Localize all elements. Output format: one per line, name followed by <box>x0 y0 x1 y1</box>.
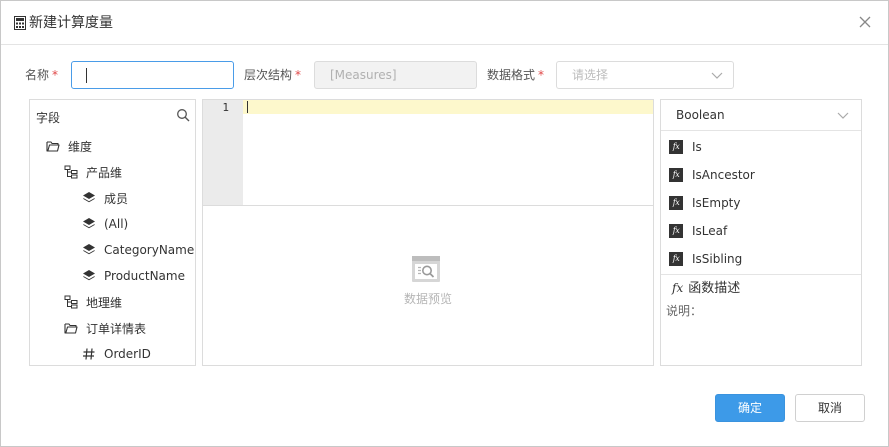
tree-item-order-id[interactable]: OrderID <box>82 343 151 365</box>
hierarchy-icon <box>64 295 78 309</box>
editor-caret <box>247 101 248 113</box>
data-preview-panel: 数据预览 <box>202 205 654 366</box>
function-category-select[interactable]: Boolean <box>661 100 861 131</box>
field-panel-title: 字段 <box>36 111 61 125</box>
function-item-isempty[interactable]: fx IsEmpty <box>669 193 741 213</box>
new-calculated-measure-dialog: 新建计算度量 名称 * 层次结构 * [Measures] 数据格式 * 请选择 字段… <box>0 0 889 447</box>
tree-item-dimensions[interactable]: 维度 <box>46 135 92 157</box>
function-icon: fx <box>672 281 684 295</box>
hierarchy-field: [Measures] <box>314 61 477 89</box>
required-mark: * <box>52 68 59 82</box>
function-icon: fx <box>669 196 683 210</box>
layers-icon <box>83 244 95 255</box>
function-description-note: 说明： <box>666 304 703 318</box>
function-icon: fx <box>669 224 683 238</box>
active-line-highlight <box>243 100 653 114</box>
hash-icon <box>83 348 95 360</box>
folder-open-icon <box>64 323 78 334</box>
search-icon[interactable] <box>176 108 190 122</box>
folder-open-icon <box>46 141 60 152</box>
chevron-down-icon <box>837 112 849 119</box>
chevron-down-icon <box>711 72 723 79</box>
data-format-placeholder: 请选择 <box>572 68 609 82</box>
layers-icon <box>83 192 95 203</box>
tree-item-order-details-table[interactable]: 订单详情表 <box>64 317 146 339</box>
layers-icon <box>83 270 95 281</box>
function-panel: Boolean fx Is fx IsAncestor fx IsEmpty f… <box>660 99 862 366</box>
calculator-icon <box>14 16 26 30</box>
layers-icon <box>83 218 95 229</box>
text-caret <box>86 68 87 83</box>
confirm-button[interactable]: 确定 <box>715 394 785 422</box>
hierarchy-icon <box>64 165 78 179</box>
function-icon: fx <box>669 140 683 154</box>
tree-item-category-name[interactable]: CategoryName <box>82 239 194 261</box>
function-icon: fx <box>669 168 683 182</box>
close-icon[interactable] <box>857 14 873 30</box>
required-mark: * <box>295 68 302 82</box>
tree-item-all-level[interactable]: (All) <box>82 213 128 235</box>
function-item-isleaf[interactable]: fx IsLeaf <box>669 221 727 241</box>
field-panel: 字段 维度 产品维 成员 (All) CategoryName ProductN… <box>29 99 196 366</box>
data-format-label: 数据格式 * <box>487 68 545 82</box>
required-mark: * <box>538 68 545 82</box>
editor-gutter: 1 <box>203 100 243 206</box>
data-preview-label: 数据预览 <box>403 292 452 306</box>
hierarchy-label: 层次结构 * <box>244 68 302 82</box>
function-item-issibling[interactable]: fx IsSibling <box>669 249 742 269</box>
tree-item-product-dimension[interactable]: 产品维 <box>64 161 122 183</box>
function-item-isancestor[interactable]: fx IsAncestor <box>669 165 755 185</box>
data-format-select[interactable]: 请选择 <box>556 61 734 89</box>
function-item-is[interactable]: fx Is <box>669 137 702 157</box>
name-input[interactable] <box>71 61 234 89</box>
function-category-value: Boolean <box>676 108 725 122</box>
dialog-title: 新建计算度量 <box>29 15 113 31</box>
line-number: 1 <box>222 101 229 114</box>
function-icon: fx <box>669 252 683 266</box>
tree-item-geography-dimension[interactable]: 地理维 <box>64 291 122 313</box>
dialog-titlebar: 新建计算度量 <box>1 1 888 45</box>
expression-editor[interactable]: 1 <box>202 99 654 206</box>
tree-item-product-name[interactable]: ProductName <box>82 265 185 287</box>
cancel-button[interactable]: 取消 <box>795 394 865 422</box>
tree-item-members[interactable]: 成员 <box>82 187 128 209</box>
function-description-title: fx 函数描述 <box>672 281 741 296</box>
divider <box>661 274 861 275</box>
name-label: 名称 * <box>25 68 59 82</box>
data-preview-icon <box>412 256 440 282</box>
